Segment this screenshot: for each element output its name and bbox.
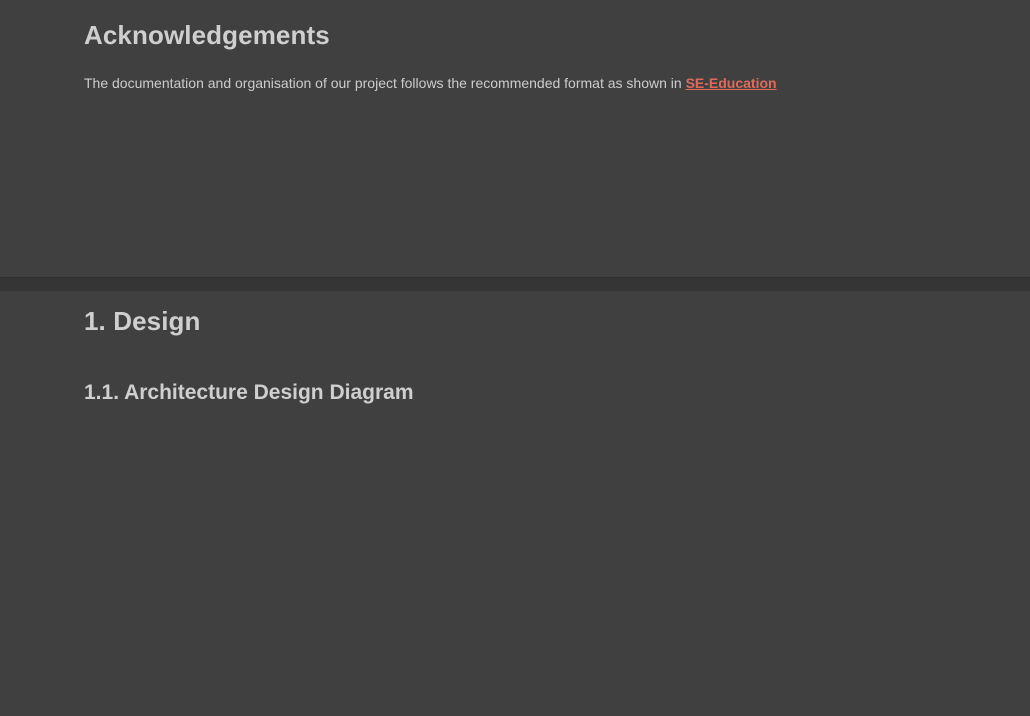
document-page-1: Acknowledgements The documentation and o… <box>0 0 1030 277</box>
architecture-design-diagram-heading: 1.1. Architecture Design Diagram <box>84 381 414 404</box>
design-heading: 1. Design <box>84 306 201 336</box>
se-education-link[interactable]: SE-Education <box>686 75 777 91</box>
document-page-2 <box>0 291 1030 716</box>
acknowledgements-text: The documentation and organisation of ou… <box>84 75 686 91</box>
page-separator <box>0 277 1030 291</box>
acknowledgements-heading: Acknowledgements <box>84 20 330 50</box>
acknowledgements-paragraph: The documentation and organisation of ou… <box>84 75 777 91</box>
